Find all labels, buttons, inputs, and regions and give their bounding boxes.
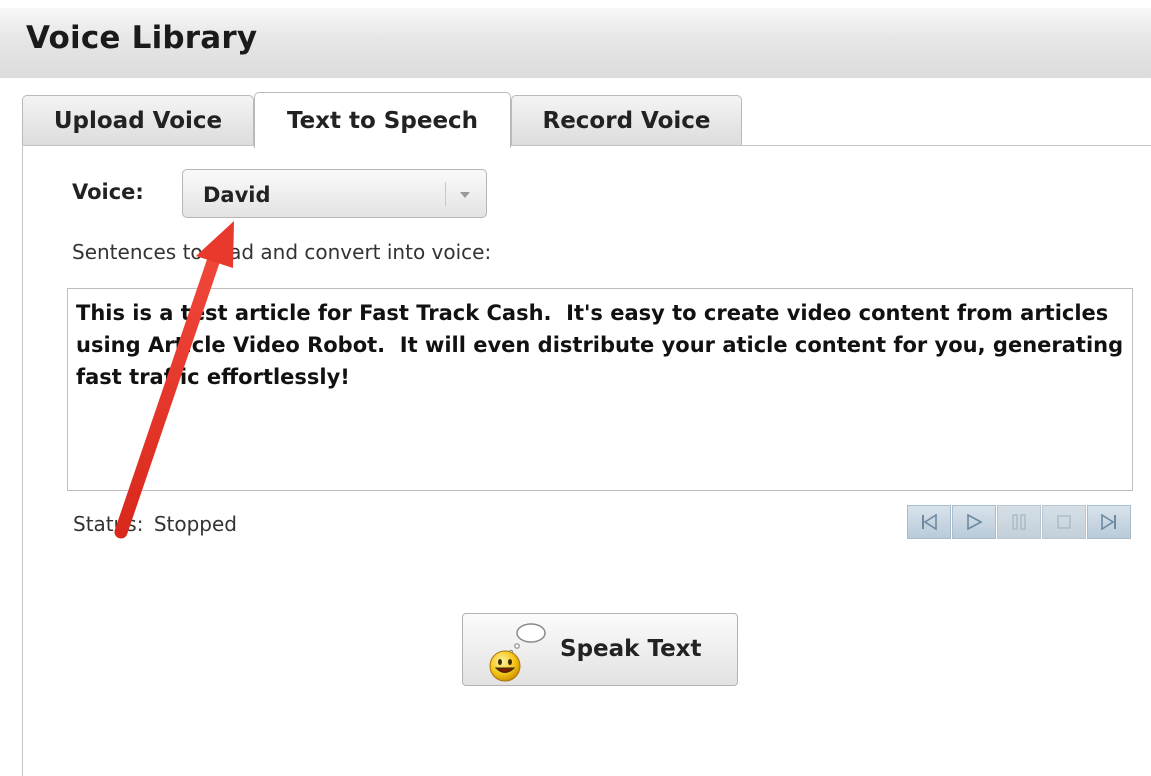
status-value: Stopped (153, 512, 237, 536)
skip-forward-icon (1101, 513, 1116, 531)
speak-text-button[interactable]: Speak Text (462, 613, 738, 686)
header-bar: Voice Library (0, 0, 1151, 78)
tab-upload-voice[interactable]: Upload Voice (22, 95, 254, 146)
header-top-strip (0, 0, 1151, 8)
panel-border-left (22, 146, 23, 776)
tab-underline (22, 145, 1151, 146)
audio-player-controls (907, 505, 1134, 539)
play-button[interactable] (952, 505, 996, 539)
status-line: Status: Stopped (73, 512, 237, 536)
speak-text-label: Speak Text (560, 636, 702, 662)
smiley-speech-icon (489, 623, 546, 682)
tab-record-voice[interactable]: Record Voice (511, 95, 742, 146)
skip-forward-button[interactable] (1087, 505, 1131, 539)
chevron-down-icon[interactable] (460, 192, 470, 198)
tab-bar: Upload Voice Text to Speech Record Voice (0, 90, 1151, 148)
voice-label: Voice: (72, 180, 144, 204)
voice-selected-value: David (203, 183, 271, 207)
pause-button[interactable] (997, 505, 1041, 539)
status-label: Status: (73, 512, 144, 536)
sentences-textarea[interactable]: This is a test article for Fast Track Ca… (67, 288, 1133, 491)
pause-icon (1012, 514, 1026, 530)
page-title: Voice Library (26, 20, 258, 56)
voice-select[interactable]: David (182, 169, 487, 218)
sentences-label: Sentences to read and convert into voice… (72, 240, 492, 264)
skip-back-button[interactable] (907, 505, 951, 539)
tab-text-to-speech[interactable]: Text to Speech (254, 92, 511, 148)
stop-button[interactable] (1042, 505, 1086, 539)
stop-icon (1057, 515, 1071, 529)
skip-back-icon (922, 513, 937, 531)
play-icon (967, 513, 983, 531)
select-separator (445, 182, 446, 206)
